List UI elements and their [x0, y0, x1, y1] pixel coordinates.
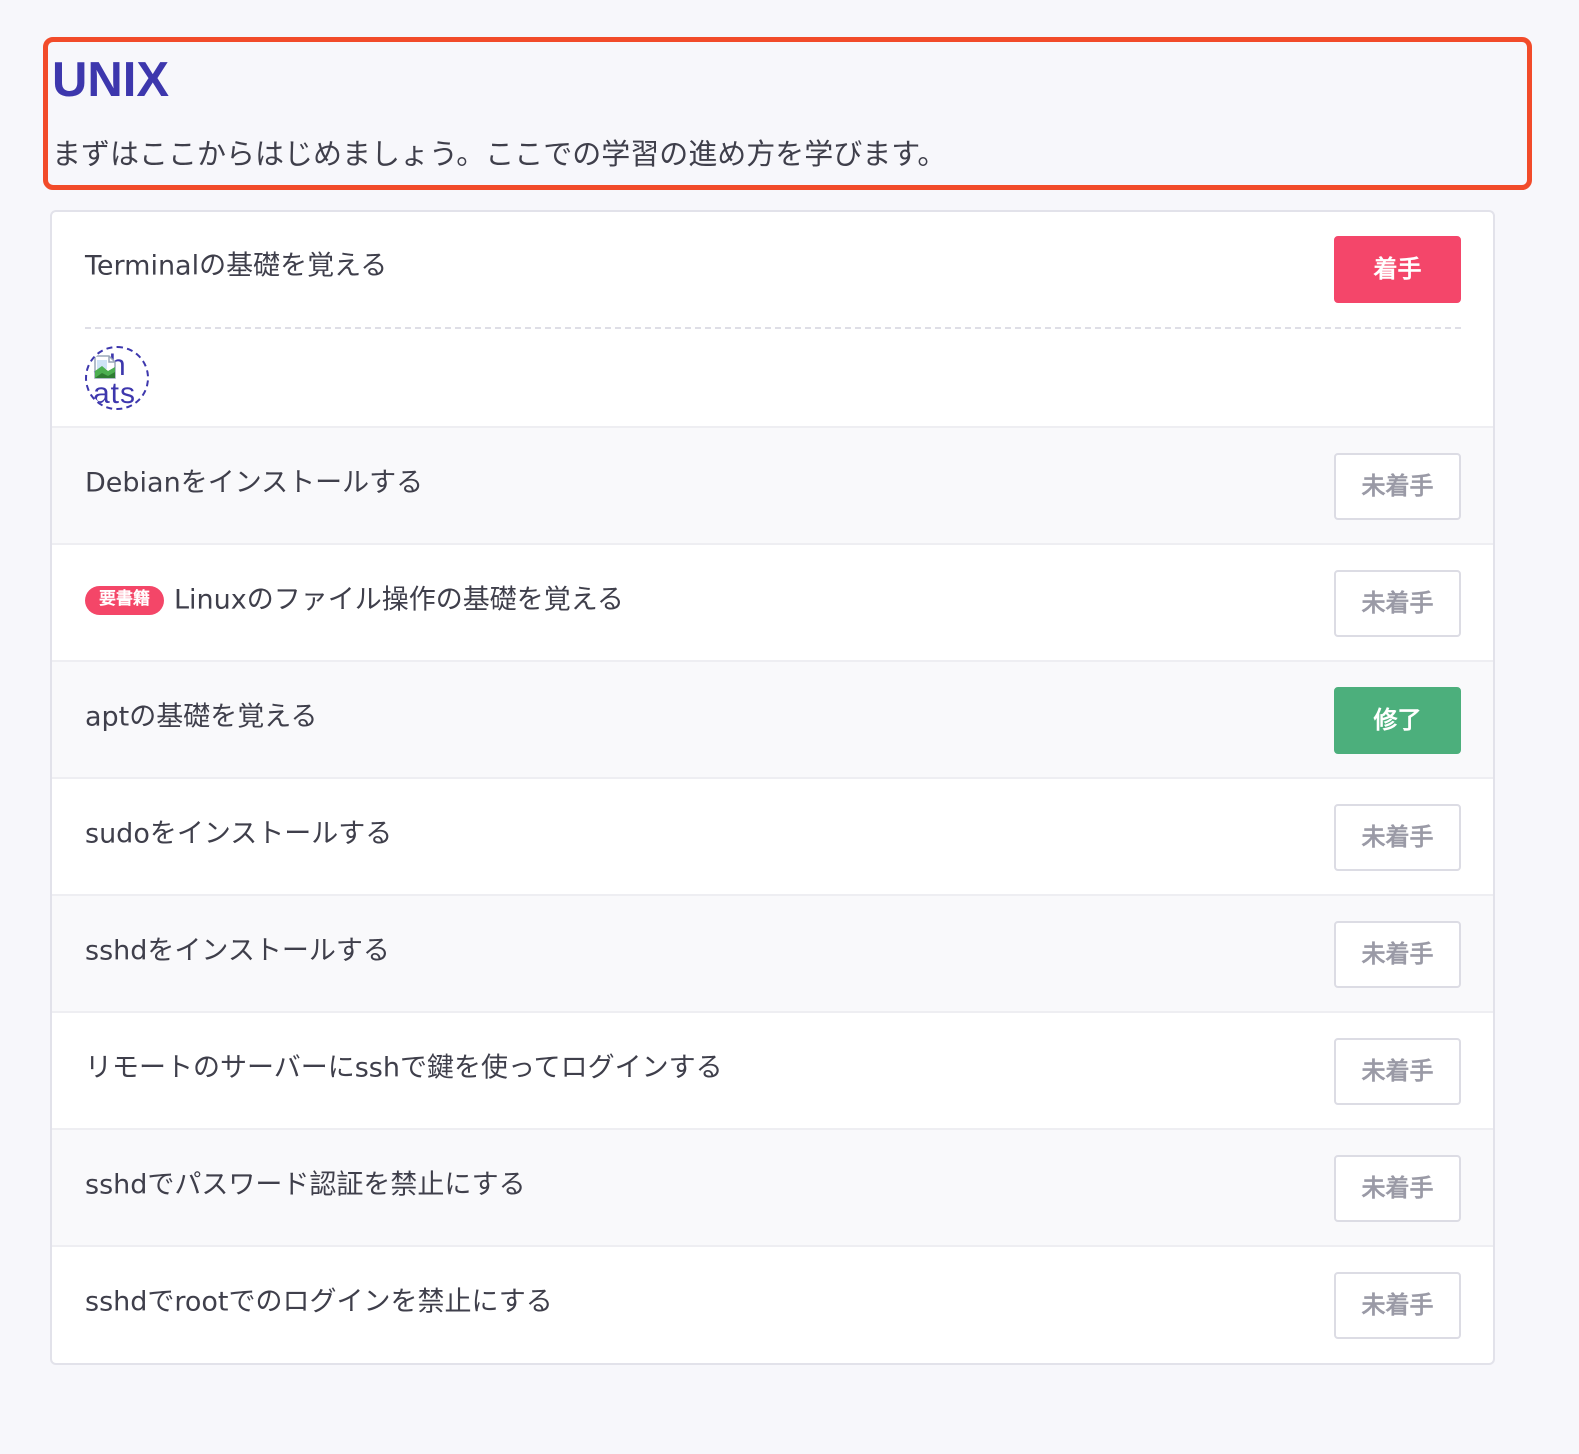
status-button-started[interactable]: 着手	[1334, 236, 1461, 303]
practice-title-text: sshdをインストールする	[85, 935, 390, 967]
practice-title-link[interactable]: Terminalの基礎を覚える	[85, 248, 387, 285]
practice-title-text: aptの基礎を覚える	[85, 701, 318, 733]
practice-title-link[interactable]: sshdでrootでのログインを禁止にする	[85, 1284, 553, 1321]
practice-row: sudoをインストールする 未着手	[52, 779, 1493, 896]
practice-row: sshdをインストールする 未着手	[52, 896, 1493, 1013]
practice-title-link[interactable]: 要書籍 Linuxのファイル操作の基礎を覚える	[85, 582, 624, 619]
practice-title-link[interactable]: sshdでパスワード認証を禁止にする	[85, 1167, 526, 1204]
practice-row: sshdでrootでのログインを禁止にする 未着手	[52, 1247, 1493, 1363]
practice-title-link[interactable]: リモートのサーバーにsshで鍵を使ってログインする	[85, 1050, 723, 1087]
practice-title-link[interactable]: aptの基礎を覚える	[85, 699, 317, 736]
status-button-not-started[interactable]: 未着手	[1334, 570, 1461, 637]
practice-list: Terminalの基礎を覚える 着手 sh ats Debianをインストールす…	[50, 210, 1495, 1365]
practice-row: Terminalの基礎を覚える 着手 sh ats	[52, 212, 1493, 428]
status-button-not-started[interactable]: 未着手	[1334, 453, 1461, 520]
practice-row: 要書籍 Linuxのファイル操作の基礎を覚える 未着手	[52, 545, 1493, 662]
status-button-not-started[interactable]: 未着手	[1334, 1155, 1461, 1222]
practice-title-text: sshdでパスワード認証を禁止にする	[85, 1169, 526, 1201]
practice-title-link[interactable]: sshdをインストールする	[85, 933, 390, 970]
status-button-not-started[interactable]: 未着手	[1334, 1038, 1461, 1105]
book-required-tag: 要書籍	[85, 586, 164, 615]
practice-title-link[interactable]: sudoをインストールする	[85, 816, 392, 853]
practice-title-text: sudoをインストールする	[85, 818, 393, 850]
broken-image-icon	[94, 355, 116, 379]
learners-divider	[85, 327, 1461, 329]
status-button-not-started[interactable]: 未着手	[1334, 804, 1461, 871]
practice-title-text: リモートのサーバーにsshで鍵を使ってログインする	[85, 1052, 723, 1084]
practice-row: リモートのサーバーにsshで鍵を使ってログインする 未着手	[52, 1013, 1493, 1130]
practice-row: aptの基礎を覚える 修了	[52, 662, 1493, 779]
practice-title-text: sshdでrootでのログインを禁止にする	[85, 1286, 553, 1318]
practice-row: Debianをインストールする 未着手	[52, 428, 1493, 545]
practice-title-link[interactable]: Debianをインストールする	[85, 465, 423, 502]
status-button-not-started[interactable]: 未着手	[1334, 1272, 1461, 1339]
practice-title-text: Debianをインストールする	[85, 467, 424, 499]
practice-title-text: Linuxのファイル操作の基礎を覚える	[174, 584, 624, 616]
category-title: UNIX	[52, 53, 170, 107]
category-description: まずはここからはじめましょう。ここでの学習の進め方を学びます。	[52, 137, 947, 171]
status-button-complete[interactable]: 修了	[1334, 687, 1461, 754]
practice-row: sshdでパスワード認証を禁止にする 未着手	[52, 1130, 1493, 1247]
practice-title-text: Terminalの基礎を覚える	[85, 250, 388, 282]
status-button-not-started[interactable]: 未着手	[1334, 921, 1461, 988]
learner-avatar[interactable]: sh ats	[85, 346, 149, 410]
